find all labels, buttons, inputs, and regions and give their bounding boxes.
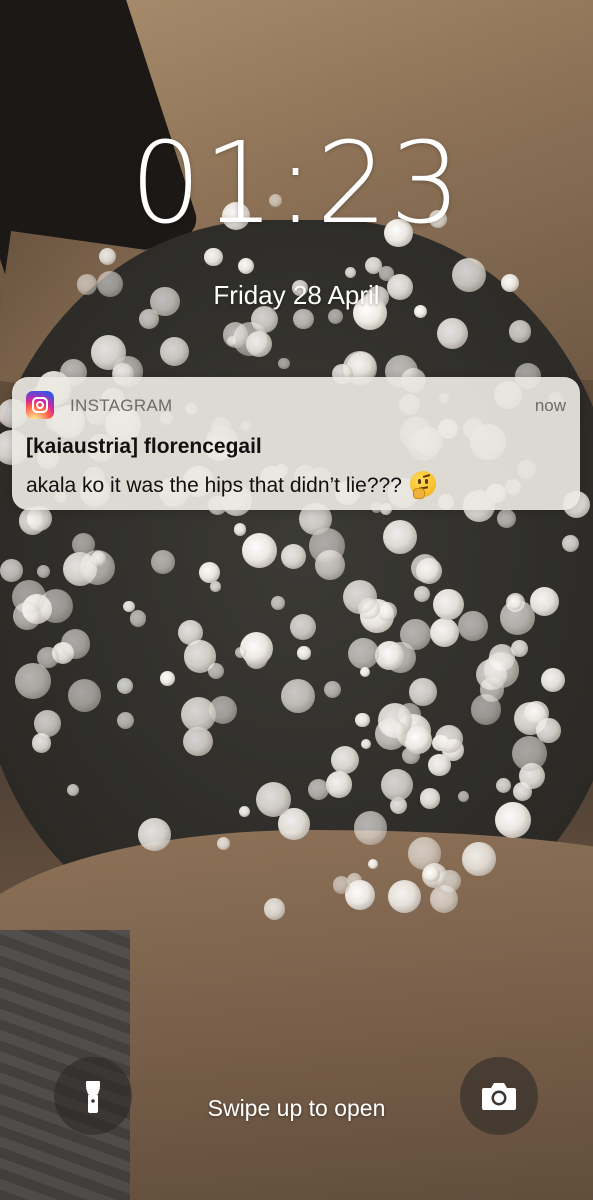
floret bbox=[462, 842, 496, 876]
floret bbox=[400, 618, 431, 650]
floret bbox=[278, 357, 290, 369]
thinking-face-emoji-icon bbox=[409, 471, 436, 499]
floret bbox=[15, 663, 51, 699]
floret bbox=[496, 509, 516, 528]
floret bbox=[429, 618, 459, 648]
floret bbox=[355, 712, 370, 727]
notification-title: [kaiaustria] florencegail bbox=[26, 435, 262, 458]
floret bbox=[280, 678, 316, 714]
floret bbox=[345, 266, 357, 278]
floret bbox=[332, 875, 351, 894]
floret bbox=[98, 247, 116, 265]
floret bbox=[31, 733, 52, 753]
floret bbox=[150, 549, 175, 574]
floret bbox=[331, 745, 360, 774]
floret bbox=[227, 335, 238, 346]
camera-icon bbox=[482, 1083, 516, 1110]
floret bbox=[36, 564, 50, 578]
floret bbox=[280, 543, 306, 569]
notification-body-row: akala ko it was the hips that didn’t lie… bbox=[26, 471, 436, 499]
floret bbox=[484, 652, 520, 688]
floret bbox=[139, 309, 159, 329]
instagram-icon bbox=[26, 391, 54, 419]
floret bbox=[242, 533, 278, 569]
floret bbox=[470, 694, 502, 725]
notification-body: akala ko it was the hips that didn’t lie… bbox=[26, 474, 402, 497]
floret bbox=[429, 884, 458, 913]
floret bbox=[160, 670, 176, 686]
floret bbox=[91, 550, 106, 566]
floret bbox=[561, 534, 579, 552]
floret bbox=[60, 629, 90, 659]
floret bbox=[38, 589, 74, 624]
floret bbox=[18, 507, 47, 535]
notification-timestamp: now bbox=[534, 396, 566, 415]
floret bbox=[353, 811, 388, 845]
floret bbox=[0, 559, 23, 582]
floret bbox=[382, 519, 417, 554]
floret bbox=[297, 646, 311, 660]
floret bbox=[199, 561, 221, 583]
floret bbox=[138, 818, 171, 851]
floret bbox=[358, 597, 380, 620]
notification-card[interactable]: INSTAGRAM now [kaiaustria] florencegail … bbox=[12, 377, 580, 510]
camera-button[interactable] bbox=[460, 1057, 538, 1135]
floret bbox=[435, 724, 464, 753]
floret bbox=[13, 601, 41, 630]
floret bbox=[536, 718, 561, 743]
floret bbox=[237, 257, 254, 274]
floret bbox=[507, 595, 522, 610]
floret bbox=[419, 788, 441, 809]
floret bbox=[511, 640, 529, 658]
floret bbox=[238, 805, 250, 817]
floret bbox=[437, 318, 469, 350]
floret bbox=[423, 866, 440, 883]
floret bbox=[67, 678, 102, 712]
floret bbox=[379, 266, 394, 281]
floret bbox=[375, 718, 408, 751]
floret bbox=[216, 837, 230, 851]
floret bbox=[458, 611, 488, 641]
floret bbox=[129, 610, 147, 627]
floret bbox=[415, 557, 442, 584]
floret bbox=[323, 680, 341, 698]
floret bbox=[210, 581, 221, 592]
lock-screen-date: Friday 28 April bbox=[213, 280, 380, 310]
floret bbox=[387, 880, 421, 914]
floret bbox=[408, 678, 437, 706]
floret bbox=[246, 330, 273, 357]
floret bbox=[263, 898, 286, 920]
floret bbox=[508, 320, 532, 343]
floret bbox=[326, 771, 353, 798]
floret bbox=[233, 523, 247, 536]
floret bbox=[347, 637, 379, 669]
floret bbox=[293, 308, 314, 330]
floret bbox=[270, 595, 285, 610]
floret bbox=[374, 641, 404, 671]
lock-screen-time: 01:23 bbox=[130, 119, 463, 249]
notification-app-name: INSTAGRAM bbox=[70, 396, 173, 415]
floret bbox=[512, 782, 532, 802]
floret bbox=[380, 769, 413, 802]
